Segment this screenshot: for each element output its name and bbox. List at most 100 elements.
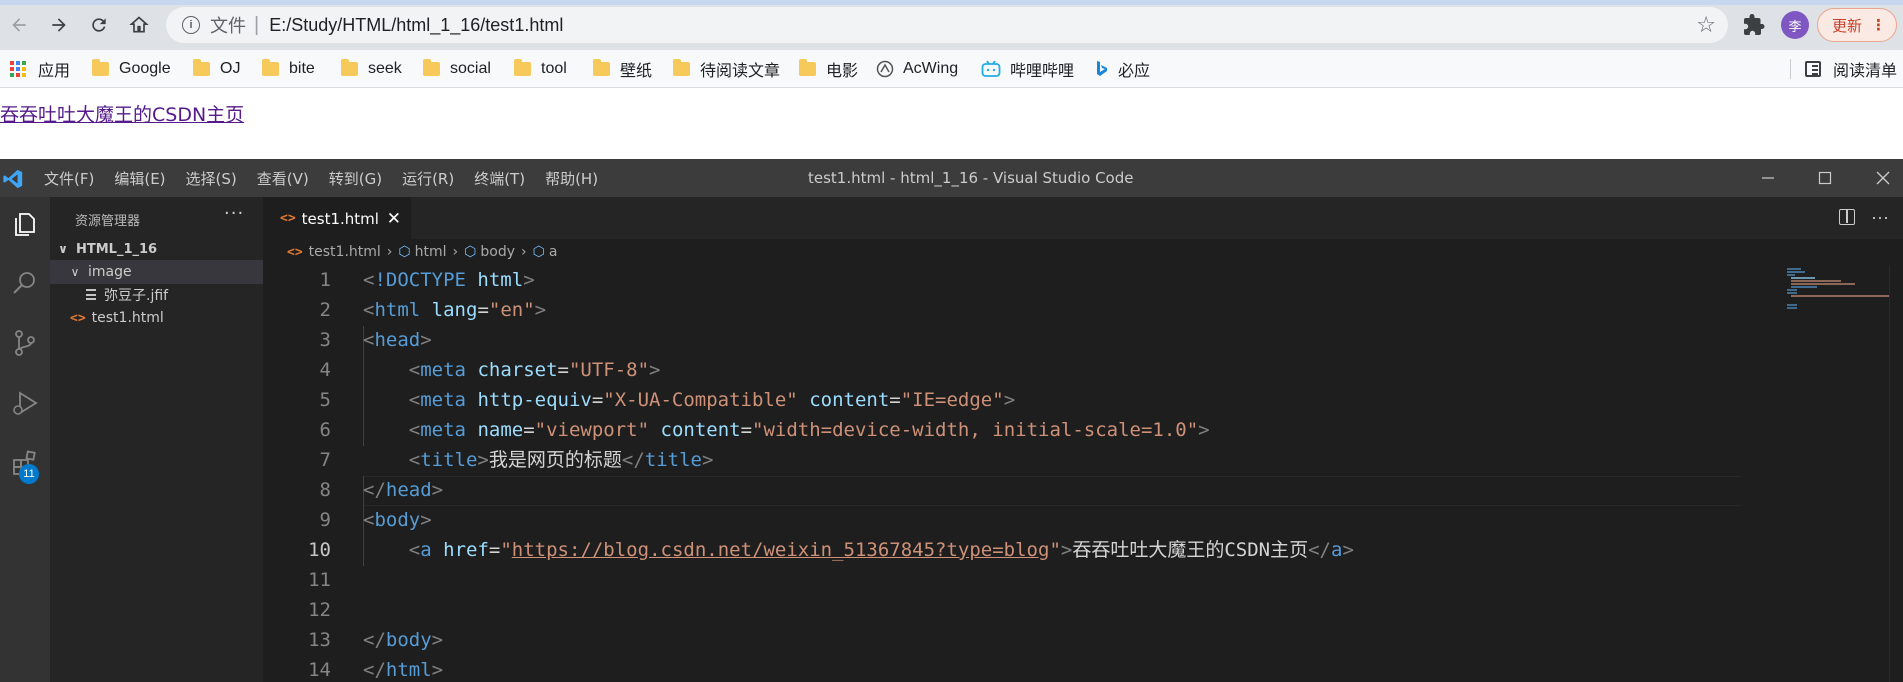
menu-run[interactable]: 运行(R) [402, 168, 454, 189]
breadcrumb-file[interactable]: test1.html [309, 244, 381, 260]
bookmark-to-read[interactable]: 待阅读文章 [673, 58, 780, 80]
reload-button[interactable] [84, 10, 114, 40]
tree-folder-image[interactable]: ∨ image [50, 260, 263, 284]
breadcrumb-body[interactable]: body [480, 244, 515, 260]
run-debug-view-button[interactable] [7, 385, 43, 421]
line-number: 4 [319, 359, 331, 381]
line-number: 14 [308, 659, 331, 681]
extensions-puzzle-icon[interactable] [1742, 13, 1766, 37]
bookmark-bite[interactable]: bite [262, 58, 315, 80]
code-editor[interactable]: 1 2 3 4 5 6 7 8 9 10 11 12 13 14 <!DOCTY… [263, 265, 1903, 682]
html-file-icon: <> [70, 310, 86, 326]
code-line-6: <meta name="viewport" content="width=dev… [408, 419, 1210, 441]
code-url-link[interactable]: https://blog.csdn.net/weixin_51367845?ty… [512, 539, 1050, 561]
menu-bar: 文件(F) 编辑(E) 选择(S) 查看(V) 转到(G) 运行(R) 终端(T… [44, 159, 618, 197]
editor-scrollbar[interactable] [1889, 265, 1903, 682]
menu-selection[interactable]: 选择(S) [186, 168, 237, 189]
line-number: 6 [319, 419, 331, 441]
bookmark-oj[interactable]: OJ [193, 58, 240, 80]
menu-go[interactable]: 转到(G) [329, 168, 382, 189]
file-label: test1.html [91, 310, 164, 326]
tab-strip-edge [0, 0, 1903, 5]
menu-view[interactable]: 查看(V) [257, 168, 309, 189]
bookmark-label: 待阅读文章 [700, 63, 781, 80]
csdn-homepage-link[interactable]: 吞吞吐吐大魔王的CSDN主页 [0, 100, 244, 127]
maximize-button[interactable] [1812, 165, 1838, 191]
folder-icon [92, 59, 109, 76]
tree-file-jfif[interactable]: 弥豆子.jfif [50, 283, 263, 307]
minimap[interactable] [1771, 265, 1901, 325]
vscode-window: 文件(F) 编辑(E) 选择(S) 查看(V) 转到(G) 运行(R) 终端(T… [0, 159, 1903, 682]
address-bar[interactable]: i 文件 | E:/Study/HTML/html_1_16/test1.htm… [166, 7, 1728, 43]
bookmark-wallpaper[interactable]: 壁纸 [593, 58, 652, 80]
minimize-button[interactable] [1755, 165, 1781, 191]
breadcrumb: <> test1.html › ⬡ html › ⬡ body › ⬡ a [263, 239, 1903, 265]
vscode-titlebar: 文件(F) 编辑(E) 选择(S) 查看(V) 转到(G) 运行(R) 终端(T… [0, 159, 1903, 197]
search-view-button[interactable] [7, 265, 43, 301]
folder-icon [341, 59, 358, 76]
menu-edit[interactable]: 编辑(E) [114, 168, 165, 189]
bookmark-label: social [450, 60, 491, 77]
bookmark-label: AcWing [903, 60, 959, 77]
back-button[interactable] [4, 10, 34, 40]
update-button-label: 更新 [1832, 17, 1863, 35]
info-icon[interactable]: i [182, 16, 200, 34]
explorer-title: 资源管理器 [75, 214, 141, 229]
arrow-left-icon [12, 18, 26, 32]
code-line-1: <!DOCTYPE html> [363, 269, 535, 291]
chevron-right-icon: › [386, 244, 393, 260]
tree-file-test1[interactable]: <> test1.html [50, 306, 263, 330]
file-label: 弥豆子.jfif [104, 288, 169, 304]
apps-grid-icon [10, 61, 26, 77]
bookmark-google[interactable]: Google [92, 58, 171, 80]
more-actions-icon[interactable]: ··· [1871, 207, 1889, 228]
bookmark-label: 电影 [826, 63, 859, 80]
home-button[interactable] [124, 10, 154, 40]
update-button[interactable]: 更新 ⋮ [1817, 8, 1897, 42]
line-number: 12 [308, 599, 331, 621]
line-number: 9 [319, 509, 331, 531]
breadcrumb-a[interactable]: a [549, 244, 558, 260]
bookmark-acwing[interactable]: AcWing [876, 58, 958, 80]
profile-avatar[interactable]: 李 [1781, 11, 1809, 39]
explorer-view-button[interactable] [7, 205, 43, 241]
bookmark-bilibili[interactable]: 哔哩哔哩 [981, 58, 1074, 80]
maximize-icon [1818, 171, 1832, 185]
run-debug-icon [13, 391, 38, 415]
menu-terminal[interactable]: 终端(T) [474, 168, 525, 189]
bookmark-label: 应用 [38, 63, 71, 80]
activity-bar [0, 197, 50, 682]
bookmark-social[interactable]: social [423, 58, 491, 80]
breadcrumb-html[interactable]: html [415, 244, 447, 260]
acwing-icon [876, 60, 894, 78]
menu-file[interactable]: 文件(F) [44, 168, 94, 189]
bookmark-apps[interactable]: 应用 [10, 58, 70, 80]
folder-icon [673, 59, 690, 76]
explorer-more-actions[interactable]: ··· [224, 203, 244, 224]
forward-button[interactable] [44, 10, 74, 40]
menu-help[interactable]: 帮助(H) [545, 168, 598, 189]
tab-test1-html[interactable]: <> test1.html ✕ [263, 197, 411, 239]
workspace-root-label: HTML_1_16 [76, 241, 158, 257]
bing-icon [1097, 61, 1107, 76]
source-control-view-button[interactable] [7, 325, 43, 361]
line-number: 13 [308, 629, 331, 651]
workspace-root[interactable]: ∨ HTML_1_16 [50, 237, 263, 261]
split-editor-icon[interactable] [1839, 209, 1856, 225]
tab-label: test1.html [301, 209, 379, 228]
reading-list-button[interactable]: 阅读清单 [1805, 58, 1897, 80]
reading-list-icon [1805, 61, 1821, 77]
url-text[interactable]: E:/Study/HTML/html_1_16/test1.html [269, 15, 563, 36]
bookmark-bing[interactable]: 必应 [1095, 58, 1150, 80]
bookmark-movies[interactable]: 电影 [799, 58, 858, 80]
code-line-8: </head> [363, 479, 444, 501]
close-window-button[interactable] [1870, 165, 1896, 191]
reading-list-label: 阅读清单 [1833, 63, 1898, 80]
bookmark-seek[interactable]: seek [341, 58, 402, 80]
code-line-14: </html> [363, 659, 444, 681]
bookmark-tool[interactable]: tool [514, 58, 567, 80]
bookmark-label: OJ [220, 60, 241, 77]
close-tab-icon[interactable]: ✕ [387, 209, 401, 229]
bookmark-star-icon[interactable]: ☆ [1696, 14, 1716, 36]
extensions-count-badge: 11 [19, 464, 39, 484]
